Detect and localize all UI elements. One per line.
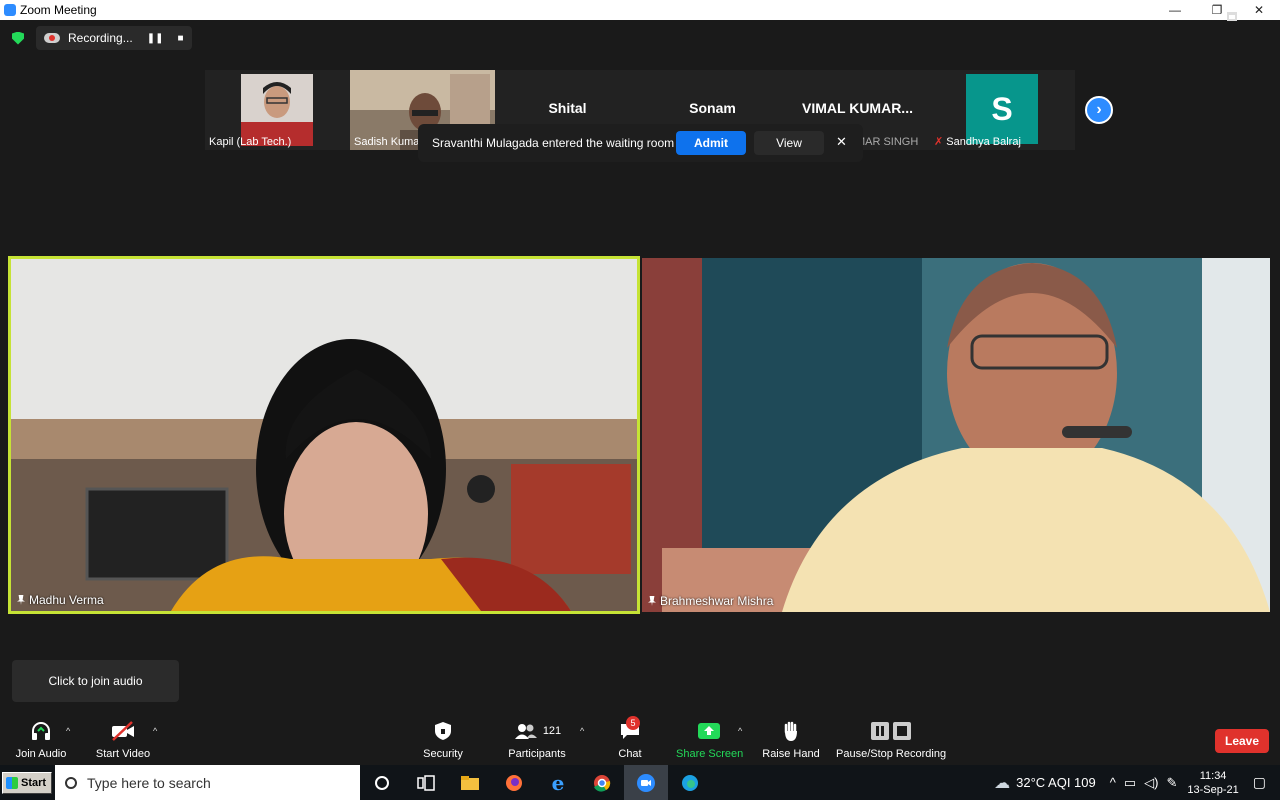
participant-thumb[interactable]: S ✗ Sandhya Balraj: [930, 70, 1075, 150]
participants-icon: 121: [506, 720, 568, 742]
share-options-caret[interactable]: ^: [738, 726, 742, 736]
window-titlebar: Zoom Meeting — ❐ ✕: [0, 0, 1280, 20]
share-screen-icon: [676, 720, 742, 742]
os-taskbar: Start Type here to search e ☁ 32°C AQI 1…: [0, 765, 1280, 800]
view-label: View: [1242, 9, 1268, 23]
zoom-logo-icon: [4, 4, 16, 16]
participant-name: Brahmeshwar Mishra: [660, 594, 774, 608]
cloud-recording-icon: [44, 33, 60, 43]
start-button[interactable]: Start: [2, 771, 52, 794]
zoom-taskbar-icon[interactable]: [624, 765, 668, 800]
minimize-button[interactable]: —: [1154, 0, 1196, 20]
video-feed: [11, 259, 637, 611]
stop-recording-icon[interactable]: ■: [177, 33, 183, 44]
muted-mic-icon: ✗: [934, 136, 944, 148]
participants-count: 121: [542, 725, 562, 737]
participant-avatar: S: [966, 74, 1038, 144]
pause-recording-icon[interactable]: ❚❚: [147, 33, 164, 44]
close-notification-icon[interactable]: ✕: [836, 134, 847, 150]
waiting-view-button[interactable]: View: [754, 131, 824, 155]
notifications-icon[interactable]: ▢: [1253, 774, 1266, 791]
start-video-button[interactable]: Start Video: [92, 720, 154, 760]
video-tile[interactable]: Brahmeshwar Mishra: [642, 258, 1270, 612]
tray-expand-icon[interactable]: ^: [1110, 775, 1116, 790]
recording-indicator: Recording... ❚❚ ■: [36, 26, 192, 50]
waiting-room-notification: Sravanthi Mulagada entered the waiting r…: [418, 124, 863, 162]
task-view-icon[interactable]: [404, 765, 448, 800]
search-placeholder: Type here to search: [87, 774, 211, 791]
weather-icon: ☁: [994, 774, 1011, 792]
join-audio-button[interactable]: Join Audio: [12, 720, 70, 760]
participant-name: ✗ Sandhya Balraj: [934, 135, 1021, 148]
pen-icon[interactable]: ✎: [1166, 775, 1177, 791]
participant-thumb[interactable]: Kapil (Lab Tech.): [205, 70, 350, 150]
chat-unread-badge: 5: [626, 716, 640, 730]
participants-button[interactable]: 121 Participants: [506, 720, 568, 760]
pause-stop-recording-button[interactable]: Pause/Stop Recording: [836, 720, 946, 760]
weather-readout[interactable]: 32°C AQI 109: [1016, 775, 1096, 790]
security-button[interactable]: Security: [418, 720, 468, 760]
volume-icon[interactable]: ◁): [1144, 775, 1158, 791]
share-screen-button[interactable]: Share Screen: [676, 720, 743, 760]
waiting-room-message: Sravanthi Mulagada entered the waiting r…: [432, 136, 675, 150]
video-feed: [642, 258, 1270, 612]
search-icon: [65, 776, 77, 789]
video-options-caret[interactable]: ^: [153, 726, 157, 736]
participant-label: Madhu Verma: [17, 593, 104, 607]
leave-button[interactable]: Leave: [1215, 729, 1269, 753]
participant-label: Brahmeshwar Mishra: [648, 594, 773, 608]
admit-button[interactable]: Admit: [676, 131, 746, 155]
headphones-icon: [12, 720, 70, 742]
video-off-icon: [92, 720, 154, 742]
participant-name: Madhu Verma: [29, 593, 104, 607]
chat-button[interactable]: 5 Chat: [612, 716, 648, 760]
taskbar-clock[interactable]: 11:34 13-Sep-21: [1187, 769, 1238, 797]
chat-icon: 5: [612, 716, 648, 742]
view-button[interactable]: View: [1227, 9, 1268, 23]
firefox-icon[interactable]: [492, 765, 536, 800]
security-shield-icon: [418, 720, 468, 742]
participant-big-name: Shital: [548, 100, 587, 116]
participant-big-name: VIMAL KUMAR...: [802, 100, 913, 116]
next-page-button[interactable]: ›: [1085, 96, 1113, 124]
participant-big-name: Sonam: [689, 100, 736, 116]
pause-stop-icon: [836, 720, 946, 742]
raise-hand-icon: [762, 720, 820, 742]
file-explorer-icon[interactable]: [448, 765, 492, 800]
pin-icon: [17, 595, 25, 605]
participant-name: Kapil (Lab Tech.): [209, 136, 292, 148]
participant-name-text: Sandhya Balraj: [946, 136, 1021, 148]
taskbar-search-input[interactable]: Type here to search: [55, 765, 360, 800]
cortana-icon[interactable]: [360, 765, 404, 800]
recording-label: Recording...: [68, 31, 133, 45]
chrome-icon[interactable]: [580, 765, 624, 800]
participant-name: Sadish Kumar: [354, 136, 424, 148]
encryption-shield-icon[interactable]: [12, 31, 24, 45]
participants-caret[interactable]: ^: [580, 726, 584, 736]
join-audio-tooltip: Click to join audio: [12, 660, 179, 702]
pin-icon: [648, 596, 656, 606]
meeting-topbar: Recording... ❚❚ ■: [0, 20, 1280, 56]
internet-explorer-icon[interactable]: e: [536, 765, 580, 800]
video-tile-active-speaker[interactable]: Madhu Verma: [8, 256, 640, 614]
window-title: Zoom Meeting: [20, 3, 97, 17]
grid-view-icon: [1227, 11, 1238, 21]
audio-options-caret[interactable]: ^: [66, 726, 70, 736]
edge-icon[interactable]: [668, 765, 712, 800]
meeting-toolbar: Join Audio ^ Start Video ^ Security 121 …: [0, 712, 1280, 764]
windows-logo-icon: [6, 776, 18, 789]
system-tray: ☁ 32°C AQI 109 ^ ▭ ◁) ✎ 11:34 13-Sep-21 …: [994, 765, 1280, 800]
network-icon[interactable]: ▭: [1124, 775, 1136, 791]
raise-hand-button[interactable]: Raise Hand: [762, 720, 820, 760]
